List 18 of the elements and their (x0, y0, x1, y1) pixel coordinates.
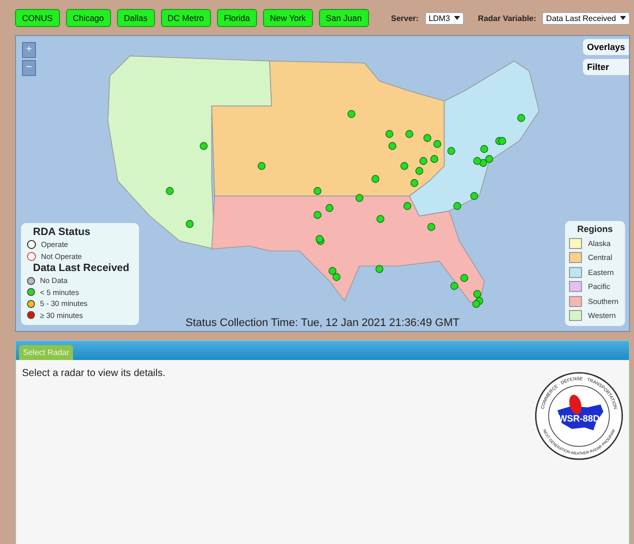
radar-variable-dropdown[interactable]: Data Last Received (542, 12, 630, 24)
legend-title: Regions (576, 224, 614, 234)
filter-button[interactable]: Filter (583, 59, 629, 75)
server-label: Server: (391, 14, 419, 22)
region-button[interactable]: Dallas (116, 9, 155, 27)
region-button[interactable]: San Juan (318, 9, 369, 27)
region-button[interactable]: DC Metro (160, 9, 211, 27)
legend-title: Data Last Received (32, 262, 130, 275)
overlays-button[interactable]: Overlays (583, 39, 629, 55)
status-time: Status Collection Time: Tue, 12 Jan 2021 21:36:49 GMT (184, 317, 460, 329)
region-button[interactable]: Chicago (66, 9, 111, 27)
region-button[interactable]: New York (262, 9, 313, 27)
radar-variable-label: Radar Variable: (478, 14, 536, 22)
info-message: Select a radar to view its details. (22, 368, 166, 381)
region-button[interactable]: CONUS (15, 9, 60, 27)
legend-title: RDA Status (32, 226, 92, 239)
region-button[interactable]: Florida (216, 9, 257, 27)
server-dropdown[interactable]: LDM3 (424, 12, 464, 24)
